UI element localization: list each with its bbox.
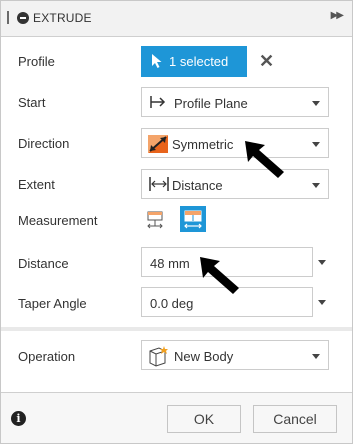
extrude-icon	[17, 12, 29, 24]
measure-symmetric-button[interactable]	[180, 206, 206, 232]
chevron-down-icon[interactable]	[318, 260, 326, 265]
measure-symmetric-icon	[180, 210, 206, 235]
extent-label: Extent	[18, 177, 55, 192]
chevron-down-icon	[312, 101, 320, 106]
pointer-arrow-icon	[243, 139, 287, 182]
start-dropdown[interactable]: Profile Plane	[141, 87, 329, 117]
chevron-down-icon	[312, 183, 320, 188]
symmetric-icon	[146, 133, 170, 158]
section-divider	[1, 327, 352, 331]
start-icon	[148, 94, 168, 113]
extent-value: Distance	[172, 178, 223, 193]
operation-value: New Body	[174, 349, 234, 364]
direction-value: Symmetric	[172, 137, 234, 152]
clear-icon[interactable]: ✕	[259, 51, 274, 72]
taper-angle-value: 0.0 deg	[150, 296, 194, 311]
profile-selection-count: 1 selected	[169, 54, 229, 69]
expand-icon[interactable]: ▶▶	[331, 10, 344, 21]
distance-value: 48 mm	[150, 256, 190, 271]
operation-dropdown[interactable]: New Body	[141, 340, 329, 370]
measure-one-side-button[interactable]	[142, 206, 168, 232]
dialog-title: EXTRUDE	[33, 11, 92, 25]
profile-label: Profile	[18, 54, 55, 69]
info-icon[interactable]: i	[11, 411, 26, 426]
grip-icon[interactable]	[7, 11, 9, 24]
operation-label: Operation	[18, 349, 76, 364]
cancel-button[interactable]: Cancel	[253, 405, 337, 433]
pointer-arrow-icon	[198, 255, 242, 298]
profile-select-button[interactable]: 1 selected	[141, 46, 247, 77]
chevron-down-icon	[312, 354, 320, 359]
measure-one-side-icon	[142, 211, 168, 235]
ok-button[interactable]: OK	[167, 405, 241, 433]
new-body-icon	[147, 345, 169, 370]
distance-icon	[148, 176, 170, 195]
extrude-dialog: EXTRUDE ▶▶ Profile 1 selected ✕ Start Pr…	[0, 0, 353, 444]
measurement-label: Measurement	[18, 213, 98, 228]
chevron-down-icon	[312, 142, 320, 147]
direction-label: Direction	[18, 136, 70, 151]
distance-label: Distance	[18, 256, 69, 271]
taper-angle-label: Taper Angle	[18, 296, 87, 311]
direction-dropdown[interactable]: Symmetric	[141, 128, 329, 158]
start-label: Start	[18, 95, 46, 110]
dialog-header[interactable]: EXTRUDE ▶▶	[1, 1, 352, 37]
chevron-down-icon[interactable]	[318, 300, 326, 305]
dialog-footer: i OK Cancel	[1, 393, 352, 443]
start-value: Profile Plane	[174, 96, 248, 111]
extent-dropdown[interactable]: Distance	[141, 169, 329, 199]
cursor-icon	[151, 53, 163, 72]
